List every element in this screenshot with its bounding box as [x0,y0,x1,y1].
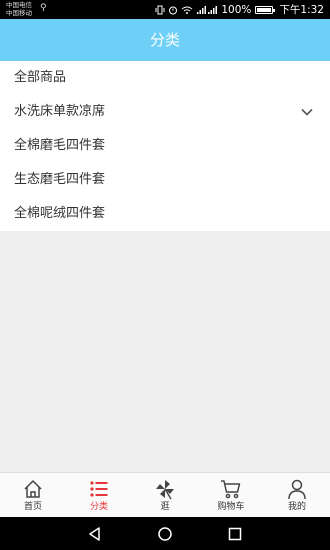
recents-icon[interactable] [227,526,243,542]
category-item-cotton-brushed[interactable]: 全棉磨毛四件套 [0,129,330,163]
category-item-all[interactable]: 全部商品 [0,61,330,95]
tab-home[interactable]: 首页 [0,473,66,517]
bottom-tab-bar: 首页 分类 逛 购物车 我的 [0,472,330,517]
cart-icon [221,480,241,499]
alarm-icon [169,6,178,14]
category-label: 全部商品 [14,70,67,85]
pinwheel-icon [156,480,174,500]
category-label: 全棉磨毛四件套 [14,138,106,153]
signal-icon [197,5,218,14]
category-item-eco-brushed[interactable]: 生态磨毛四件套 [0,163,330,197]
status-time: 下午1:32 [279,4,324,16]
tab-label: 逛 [160,502,170,512]
status-icons: 100% 下午1:32 [155,2,324,17]
category-list-icon [90,481,108,497]
carrier-1: 中国电信 [6,1,32,9]
category-label: 水洗床单款凉席 [14,104,106,119]
user-icon [288,479,306,500]
tab-label: 我的 [287,502,306,512]
tab-label: 分类 [89,502,108,512]
tab-browse[interactable]: 逛 [132,473,198,517]
back-icon[interactable] [87,526,103,542]
app-screen: 中国电信 中国移动 ⚲ 100% 下午1:32 分类 全部商品 水洗床单款凉席 … [0,0,330,550]
home-icon [24,480,42,498]
category-item-cotton-wool[interactable]: 全棉呢绒四件套 [0,197,330,231]
carrier-2: 中国移动 [6,9,32,17]
tab-cart[interactable]: 购物车 [198,473,264,517]
system-nav-bar [0,517,330,550]
page-title: 分类 [149,31,180,49]
home-circle-icon[interactable] [157,526,173,542]
category-list: 全部商品 水洗床单款凉席 全棉磨毛四件套 生态磨毛四件套 全棉呢绒四件套 [0,61,330,231]
battery-percent: 100% [221,3,252,16]
chevron-down-icon[interactable] [300,105,314,119]
wifi-icon [182,6,193,14]
category-item-summer-mat[interactable]: 水洗床单款凉席 [0,95,330,129]
category-label: 生态磨毛四件套 [14,172,106,187]
tab-label: 首页 [23,502,42,512]
usb-icon: ⚲ [40,3,47,13]
tab-profile[interactable]: 我的 [264,473,330,517]
carrier-info: 中国电信 中国移动 [6,1,32,17]
header-bar: 分类 [0,19,330,61]
battery-icon [255,5,276,14]
tab-label: 购物车 [217,502,245,512]
vibrate-icon [155,5,165,14]
status-bar: 中国电信 中国移动 ⚲ 100% 下午1:32 [0,0,330,19]
tab-category[interactable]: 分类 [66,473,132,517]
category-label: 全棉呢绒四件套 [14,206,106,221]
